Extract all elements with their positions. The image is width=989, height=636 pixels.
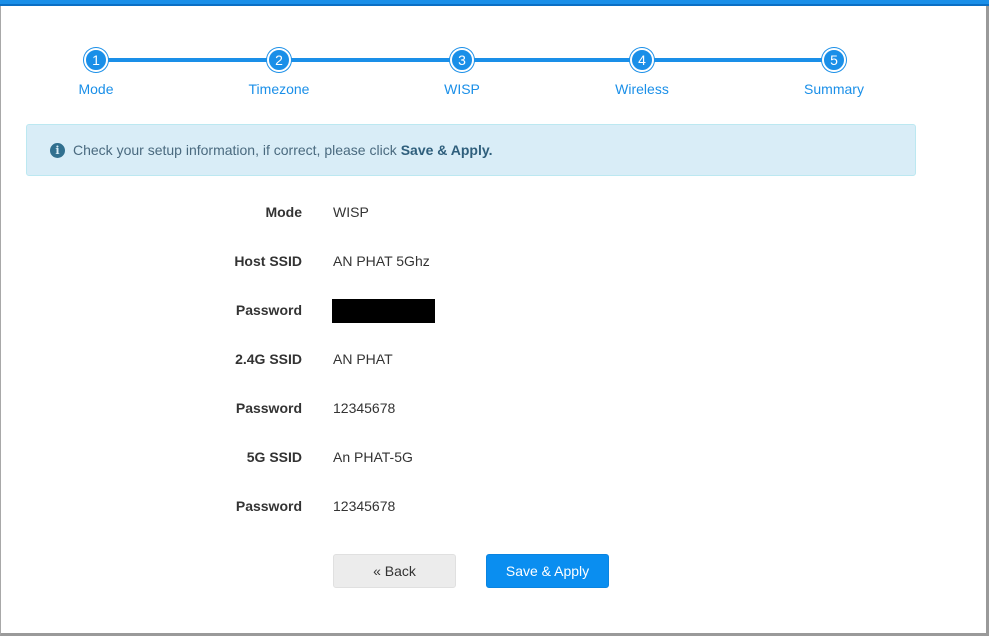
row-value: AN PHAT 5Ghz <box>333 253 430 269</box>
row-label: Password <box>235 302 302 318</box>
setup-stepper: 1 Mode 2 Timezone 3 WISP 4 Wireless 5 Su… <box>0 45 989 105</box>
step-summary[interactable]: 5 Summary <box>774 45 894 97</box>
info-alert: i Check your setup information, if corre… <box>26 124 916 176</box>
row-label: Host SSID <box>234 253 302 269</box>
step-number: 2 <box>267 48 291 72</box>
top-accent-bar <box>0 0 989 6</box>
summary-row-mode: Mode WISP <box>0 201 989 225</box>
row-label: 5G SSID <box>246 449 302 465</box>
step-label: Mode <box>78 81 114 97</box>
alert-emphasis: Save & Apply. <box>400 142 493 158</box>
step-number: 1 <box>84 48 108 72</box>
step-label: Wireless <box>615 81 669 97</box>
row-value: WISP <box>333 204 369 220</box>
info-icon: i <box>50 142 65 158</box>
summary-row-24g-ssid: 2.4G SSID AN PHAT <box>0 348 989 372</box>
step-wireless[interactable]: 4 Wireless <box>582 45 702 97</box>
step-number: 5 <box>822 48 846 72</box>
back-button[interactable]: « Back <box>333 554 456 588</box>
save-apply-button[interactable]: Save & Apply <box>486 554 609 588</box>
row-label: Password <box>235 498 302 514</box>
step-label: Summary <box>804 81 864 97</box>
row-value: 12345678 <box>333 498 396 514</box>
alert-message: Check your setup information, if correct… <box>73 142 397 158</box>
row-value: An PHAT-5G <box>333 449 413 465</box>
step-timezone[interactable]: 2 Timezone <box>219 45 339 97</box>
summary-row-5g-password: Password 12345678 <box>0 495 989 519</box>
row-label: Mode <box>265 204 302 220</box>
step-number: 4 <box>630 48 654 72</box>
row-value: AN PHAT <box>333 351 393 367</box>
summary-row-host-ssid: Host SSID AN PHAT 5Ghz <box>0 250 989 274</box>
summary-row-5g-ssid: 5G SSID An PHAT-5G <box>0 446 989 470</box>
summary-row-24g-password: Password 12345678 <box>0 397 989 421</box>
step-wisp[interactable]: 3 WISP <box>402 45 522 97</box>
summary-row-host-password: Password <box>0 299 989 323</box>
redacted-password <box>332 299 435 323</box>
row-label: 2.4G SSID <box>235 351 302 367</box>
step-number: 3 <box>450 48 474 72</box>
row-value: 12345678 <box>333 400 396 416</box>
step-label: Timezone <box>248 81 310 97</box>
row-label: Password <box>235 400 302 416</box>
step-mode[interactable]: 1 Mode <box>36 45 156 97</box>
step-label: WISP <box>444 81 480 97</box>
